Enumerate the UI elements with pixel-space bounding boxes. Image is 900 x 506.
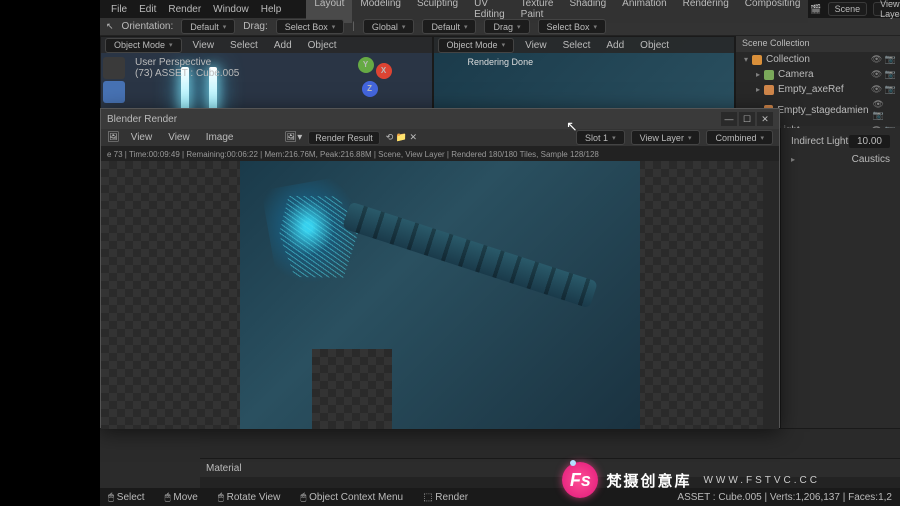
tab-rendering[interactable]: Rendering <box>675 0 737 23</box>
indirect-light-row[interactable]: Indirect Light 10.00 <box>785 132 896 151</box>
orientation-dropdown[interactable]: Default <box>181 19 235 34</box>
vp-menu-object[interactable]: Object <box>303 38 342 53</box>
status-move: 🖱 Move <box>165 492 198 503</box>
status-context: 🖱 Object Context Menu <box>300 492 403 503</box>
close-button[interactable]: ✕ <box>757 112 773 126</box>
nav-gizmo[interactable]: X Y Z <box>352 57 392 97</box>
menu-help[interactable]: Help <box>256 2 287 17</box>
menu-render[interactable]: Render <box>163 2 206 17</box>
vp-menu-select[interactable]: Select <box>225 38 263 53</box>
menu-file[interactable]: File <box>106 2 132 17</box>
maximize-button[interactable]: ☐ <box>739 112 755 126</box>
layer-dropdown[interactable]: View Layer <box>631 130 701 145</box>
mode-dropdown-left[interactable]: Object Mode <box>105 38 182 53</box>
tool-cursor[interactable] <box>103 57 125 79</box>
vp2-menu-add[interactable]: Add <box>601 38 629 53</box>
image-editor-header: 🖼 View View Image 🖼▾ Render Result ⟲ 📁 ✕… <box>101 129 779 147</box>
viewport-overlay-text: User Perspective (73) ASSET : Cube.005 <box>135 57 239 79</box>
editor-type-icon[interactable]: 🖼 <box>107 132 120 143</box>
indirect-light-value[interactable]: 10.00 <box>849 135 890 148</box>
rw-menu-view2[interactable]: View <box>163 130 195 145</box>
orientation-label: Orientation: <box>122 21 174 32</box>
watermark-text: 梵摄创意库 <box>606 470 691 491</box>
outliner-header: Scene Collection <box>736 36 900 52</box>
top-menubar: File Edit Render Window Help Layout Mode… <box>100 0 900 18</box>
outliner-item-collection[interactable]: ▾Collection👁 📷 <box>736 52 900 67</box>
slot-dropdown[interactable]: Slot 1 <box>576 130 625 145</box>
pass-dropdown[interactable]: Combined <box>706 130 773 145</box>
watermark: Fs 梵摄创意库 WWW.FSTVC.CC <box>562 462 820 498</box>
vp-menu-add[interactable]: Add <box>269 38 297 53</box>
outliner-item-empty1[interactable]: ▸Empty_axeRef👁 📷 <box>736 82 900 97</box>
render-window: Blender Render — ☐ ✕ 🖼 View View Image 🖼… <box>100 108 780 428</box>
outliner-item-camera[interactable]: ▸Camera👁 📷 <box>736 67 900 82</box>
render-window-titlebar[interactable]: Blender Render — ☐ ✕ <box>101 109 779 129</box>
vp-menu-view[interactable]: View <box>188 38 220 53</box>
vp2-menu-view[interactable]: View <box>520 38 552 53</box>
rw-menu-view[interactable]: View <box>126 130 158 145</box>
viewlayer-field[interactable]: View Layer <box>873 2 900 16</box>
drag2-dropdown[interactable]: Drag <box>484 19 529 34</box>
render-result-field[interactable]: Render Result <box>308 131 380 145</box>
default2-dropdown[interactable]: Default <box>422 19 476 34</box>
minimize-button[interactable]: — <box>721 112 737 126</box>
timeline[interactable] <box>200 429 900 459</box>
vp2-menu-select[interactable]: Select <box>558 38 596 53</box>
render-done-label: Rendering Done <box>468 57 534 67</box>
watermark-logo-icon: Fs <box>562 462 598 498</box>
menu-window[interactable]: Window <box>208 2 254 17</box>
drag-dropdown[interactable]: Select Box <box>276 19 345 34</box>
status-render: ⬚ Render <box>423 492 468 503</box>
status-rotate: 🖱 Rotate View <box>218 492 281 503</box>
material-label: Material <box>206 463 242 474</box>
render-canvas[interactable] <box>101 161 779 429</box>
watermark-url: WWW.FSTVC.CC <box>703 475 820 486</box>
rw-menu-image[interactable]: Image <box>201 130 239 145</box>
image-side-toolbar[interactable] <box>763 161 779 429</box>
render-status-text: e 73 | Time:00:09:49 | Remaining:00:06:2… <box>101 147 779 161</box>
status-select: 🖱 Select <box>108 492 145 503</box>
global-dropdown[interactable]: Global <box>363 19 415 34</box>
tab-animation[interactable]: Animation <box>614 0 674 23</box>
tool-select-box[interactable] <box>103 81 125 103</box>
menu-edit[interactable]: Edit <box>134 2 161 17</box>
select2-dropdown[interactable]: Select Box <box>538 19 607 34</box>
vp2-menu-object[interactable]: Object <box>635 38 674 53</box>
scene-field[interactable]: Scene <box>828 2 868 16</box>
mode-dropdown-right[interactable]: Object Mode <box>438 38 515 53</box>
drag-label: Drag: <box>243 21 267 32</box>
caustics-row[interactable]: ▸Caustics <box>785 151 896 168</box>
tab-compositing[interactable]: Compositing <box>737 0 809 23</box>
rendered-image <box>240 161 640 429</box>
